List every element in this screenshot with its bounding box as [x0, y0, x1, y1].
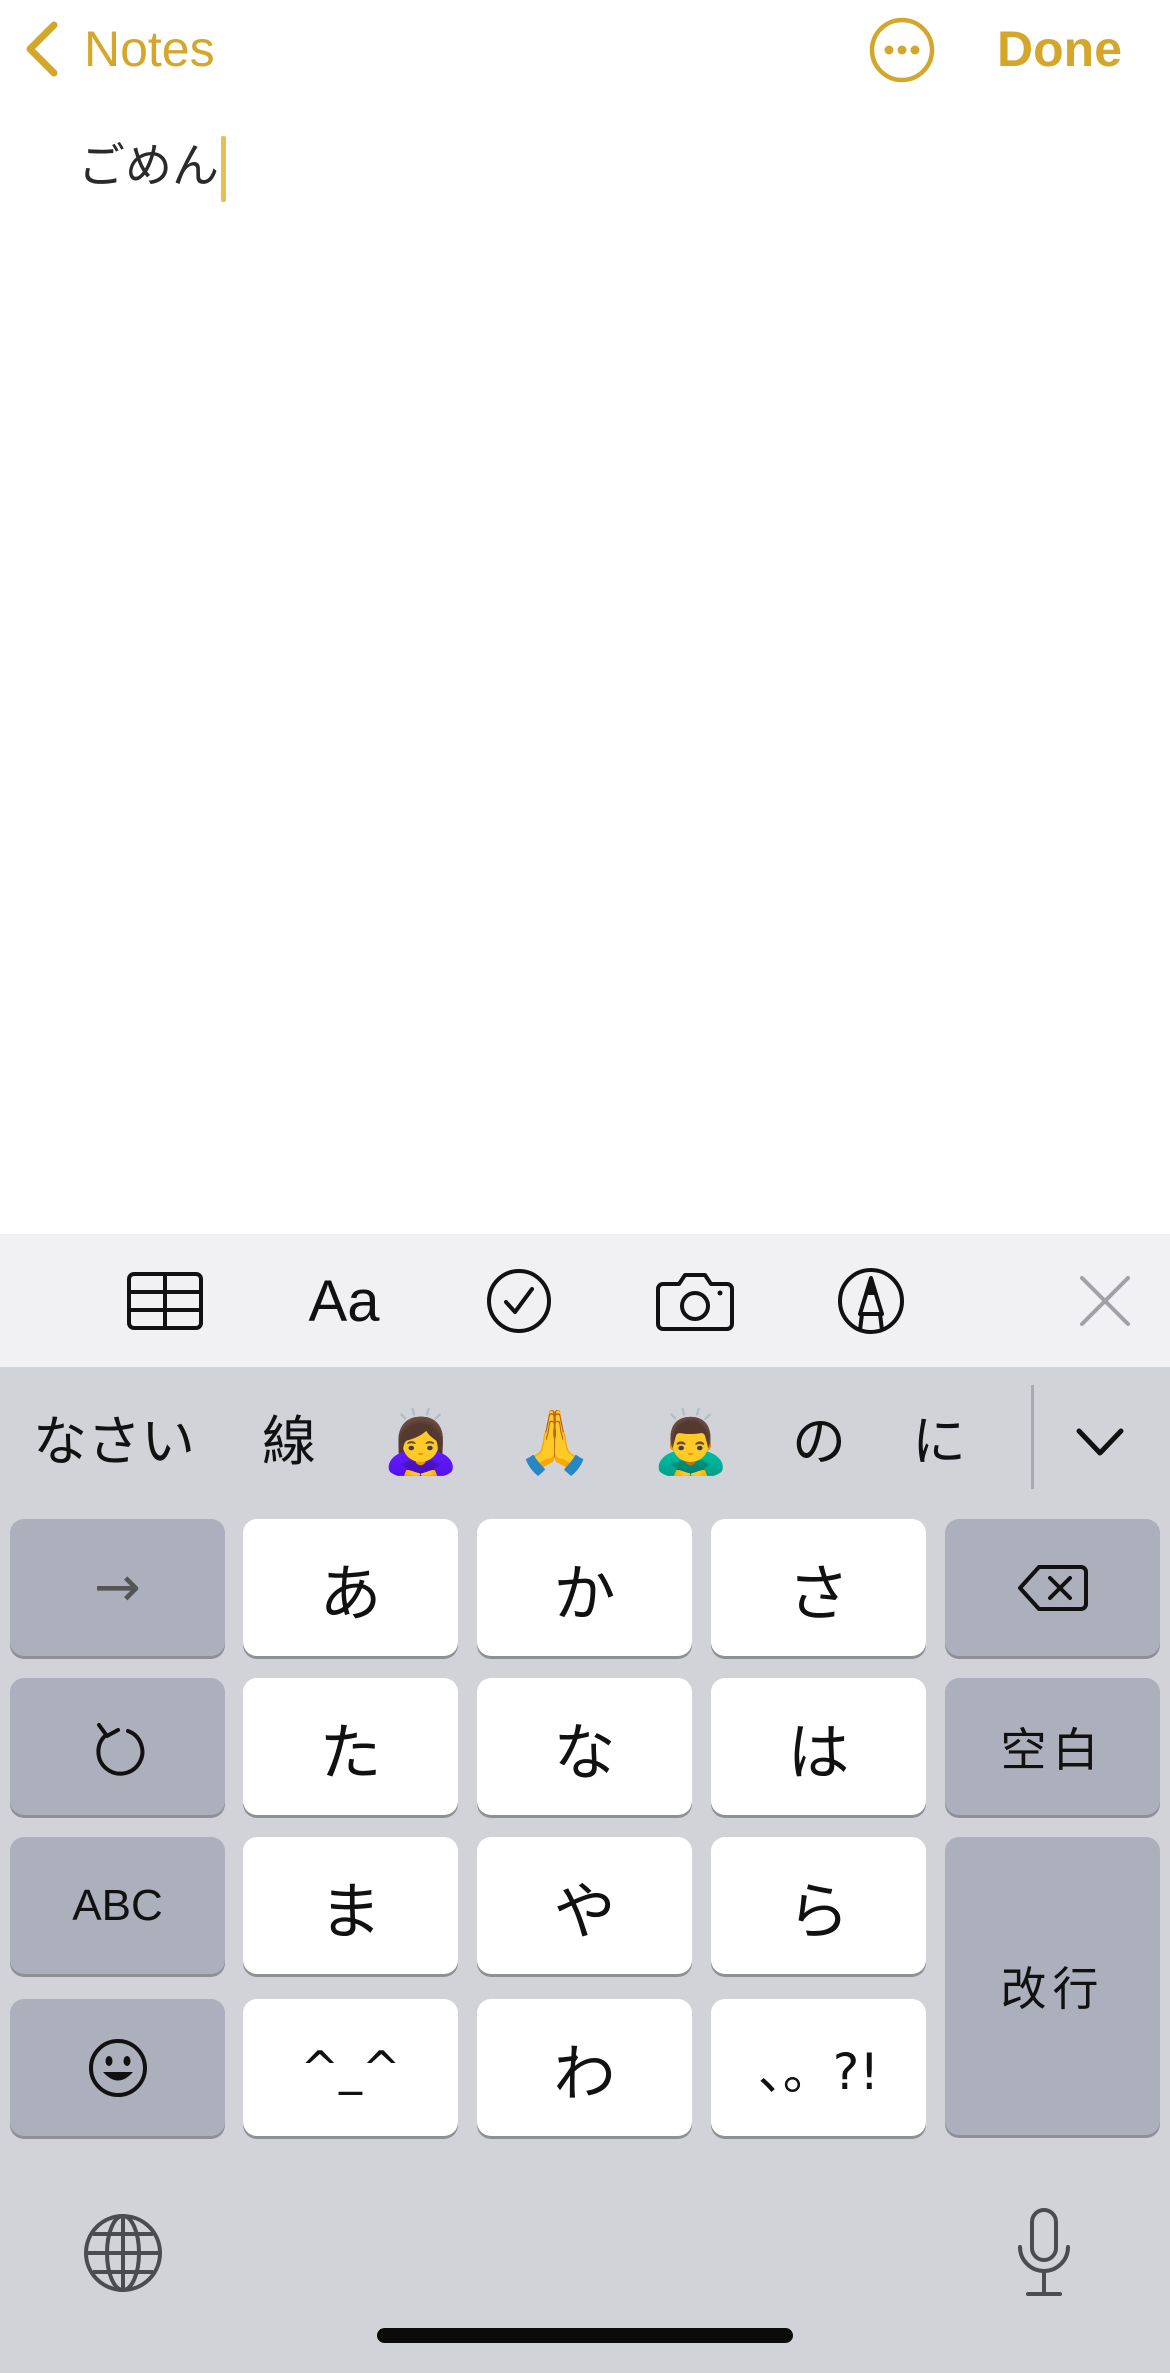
close-icon: [1080, 1276, 1130, 1326]
delete-icon: [1017, 1564, 1088, 1611]
key-na[interactable]: な: [477, 1678, 692, 1815]
text-cursor: [221, 136, 226, 202]
key-a[interactable]: あ: [243, 1519, 458, 1656]
close-toolbar-button[interactable]: [1070, 1256, 1140, 1346]
candidate-item[interactable]: なさい: [24, 1397, 204, 1487]
candidate-item[interactable]: の: [774, 1397, 864, 1487]
checklist-icon: [487, 1269, 551, 1333]
kaomoji-label: ^_^: [300, 2040, 401, 2095]
text-format-label: Aa: [308, 1268, 380, 1334]
home-indicator: [377, 2328, 793, 2343]
dictation-button[interactable]: [1014, 2207, 1074, 2303]
candidate-item[interactable]: に: [894, 1397, 984, 1487]
back-label: Notes: [84, 21, 215, 77]
return-label: 改行: [1000, 1962, 1105, 2016]
abc-label: ABC: [72, 1880, 163, 1930]
key-ha[interactable]: は: [711, 1678, 926, 1815]
next-arrow-label: →: [94, 1555, 141, 1620]
checklist-button[interactable]: [479, 1256, 559, 1346]
microphone-icon: [1018, 2208, 1070, 2296]
key-wa[interactable]: わ: [477, 1999, 692, 2136]
key-ya[interactable]: や: [477, 1837, 692, 1974]
markup-button[interactable]: [833, 1256, 909, 1346]
expand-candidates-button[interactable]: [1060, 1397, 1140, 1487]
note-editor[interactable]: ごめん: [78, 132, 1098, 1212]
camera-button[interactable]: [652, 1256, 738, 1346]
chevron-left-icon: [26, 21, 58, 77]
candidate-divider: [1031, 1385, 1034, 1489]
key-punctuation[interactable]: 、。?!: [711, 1999, 926, 2136]
note-text: ごめん: [78, 139, 219, 194]
camera-icon: [656, 1273, 734, 1331]
delete-key[interactable]: [945, 1519, 1160, 1656]
candidate-item[interactable]: 🙇‍♂️: [650, 1397, 732, 1487]
candidate-bar: なさい 線 🙇‍♀️ 🙏 🙇‍♂️ の に: [0, 1367, 1170, 1517]
key-sa[interactable]: さ: [711, 1519, 926, 1656]
text-format-button[interactable]: Aa: [298, 1256, 390, 1346]
format-toolbar: Aa: [0, 1234, 1170, 1367]
candidate-item[interactable]: 🙏: [514, 1397, 596, 1487]
emoji-icon: [88, 2038, 147, 2097]
done-button[interactable]: Done: [997, 14, 1122, 84]
key-ra[interactable]: ら: [711, 1837, 926, 1974]
japanese-kana-keyboard: なさい 線 🙇‍♀️ 🙏 🙇‍♂️ の に → あ か さ た な は: [0, 1367, 1170, 2373]
space-key[interactable]: 空白: [945, 1678, 1160, 1815]
globe-icon: [84, 2214, 162, 2292]
table-button[interactable]: [120, 1256, 210, 1346]
abc-key[interactable]: ABC: [10, 1837, 225, 1974]
return-key[interactable]: 改行: [945, 1837, 1160, 2135]
punctuation-label: 、。?!: [757, 2042, 880, 2101]
candidate-item[interactable]: 線: [244, 1397, 334, 1487]
back-button[interactable]: Notes: [22, 14, 215, 84]
key-ma[interactable]: ま: [243, 1837, 458, 1974]
wa-label: わ: [553, 2036, 616, 2110]
emoji-key[interactable]: [10, 1999, 225, 2136]
undo-icon: [95, 1722, 144, 1776]
space-label: 空白: [1000, 1722, 1105, 1777]
table-icon: [127, 1272, 203, 1330]
chevron-down-icon: [1076, 1428, 1124, 1456]
key-ka[interactable]: か: [477, 1519, 692, 1656]
markup-pen-icon: [838, 1268, 904, 1334]
globe-button[interactable]: [82, 2212, 164, 2298]
navigation-bar: Notes Done: [0, 0, 1170, 100]
candidate-item[interactable]: 🙇‍♀️: [380, 1397, 462, 1487]
key-kaomoji[interactable]: ^_^: [243, 1999, 458, 2136]
more-options-button[interactable]: [868, 16, 936, 84]
undo-key[interactable]: [10, 1678, 225, 1815]
key-ta[interactable]: た: [243, 1678, 458, 1815]
next-candidate-key[interactable]: →: [10, 1519, 225, 1656]
ellipsis-circle-icon: [869, 17, 935, 83]
